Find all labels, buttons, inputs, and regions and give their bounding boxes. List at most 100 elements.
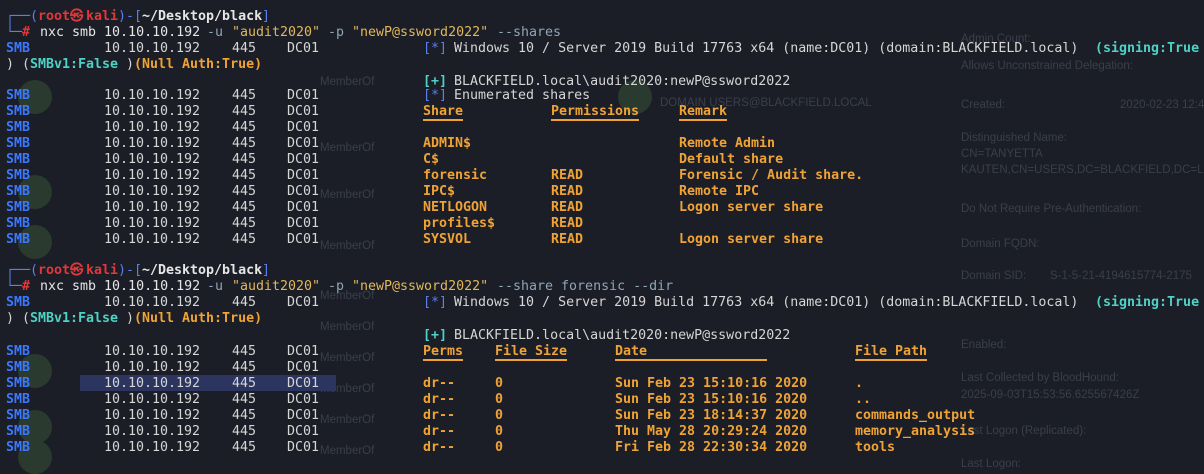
dir-listing-cell: 0 <box>495 376 504 391</box>
host-name: DC01 <box>287 376 320 391</box>
dir-listing-cell: dr-- <box>423 424 456 439</box>
share-cell: Logon server share <box>679 200 824 215</box>
dir-listing-cell: 0 <box>495 440 504 455</box>
prompt-frame: └─ <box>6 279 23 294</box>
command-flag: -p <box>328 25 345 40</box>
column-header-underline <box>679 119 727 121</box>
dir-listing-cell: tools <box>855 440 896 455</box>
dir-listing-cell: memory_analysis <box>855 424 976 439</box>
column-header-underline <box>855 359 927 361</box>
protocol-label: SMB <box>6 216 31 231</box>
share-cell: SYSVOL <box>423 232 472 247</box>
column-header: Date <box>615 344 648 359</box>
dir-listing-cell: 0 <box>495 424 504 439</box>
host-info: Windows 10 / Server 2019 Build 17763 x64… <box>454 295 1079 310</box>
dir-listing-cell: dr-- <box>423 408 456 423</box>
dir-listing-cell: dr-- <box>423 440 456 455</box>
host-name: DC01 <box>287 120 320 135</box>
host-port: 445 <box>232 344 257 359</box>
terminal-output: ┌──(root ㉿ kali)-[~/Desktop/black] └─ # nxc s… <box>0 0 1204 467</box>
host-ip: 10.10.10.192 <box>104 440 201 455</box>
protocol-label: SMB <box>6 408 31 423</box>
host-name: DC01 <box>287 232 320 247</box>
host-ip: 10.10.10.192 <box>104 41 201 56</box>
share-cell: READ <box>551 168 584 183</box>
host-port: 445 <box>232 440 257 455</box>
prompt-path: ~/Desktop/black <box>142 263 263 278</box>
command-text: nxc smb 10.10.10.192 <box>40 279 201 294</box>
column-header: File Path <box>855 344 928 359</box>
host-ip: 10.10.10.192 <box>104 216 201 231</box>
host-name: DC01 <box>287 424 320 439</box>
protocol-label: SMB <box>6 344 31 359</box>
host-port: 445 <box>232 216 257 231</box>
prompt-user: root <box>38 263 71 278</box>
dir-listing-cell: Sun Feb 23 15:10:16 2020 <box>615 392 808 407</box>
auth-success: BLACKFIELD.local\audit2020:newP@ssword20… <box>454 328 791 343</box>
host-name: DC01 <box>287 104 320 119</box>
smbv1-status: SMBv1:False <box>30 57 119 72</box>
column-header-underline <box>551 119 639 121</box>
command-arg-password: "newP@ssword2022" <box>352 25 489 40</box>
null-auth-status: (Null Auth:True) <box>134 311 263 326</box>
host-name: DC01 <box>287 216 320 231</box>
host-name: DC01 <box>287 136 320 151</box>
command-text: nxc smb 10.10.10.192 <box>40 25 201 40</box>
share-cell: Remote IPC <box>679 184 760 199</box>
column-header: Share <box>423 104 464 119</box>
protocol-label: SMB <box>6 136 31 151</box>
protocol-label: SMB <box>6 184 31 199</box>
host-ip: 10.10.10.192 <box>104 136 201 151</box>
host-name: DC01 <box>287 200 320 215</box>
dir-listing-cell: 0 <box>495 408 504 423</box>
host-port: 445 <box>232 424 257 439</box>
prompt-host: kali <box>86 9 119 24</box>
host-port: 445 <box>232 408 257 423</box>
protocol-label: SMB <box>6 424 31 439</box>
host-name: DC01 <box>287 152 320 167</box>
share-cell: Logon server share <box>679 232 824 247</box>
column-header: File Size <box>495 344 568 359</box>
smbv1-status: SMBv1:False <box>30 311 119 326</box>
host-ip: 10.10.10.192 <box>104 232 201 247</box>
dir-listing-cell: Sun Feb 23 15:10:16 2020 <box>615 376 808 391</box>
host-port: 445 <box>232 120 257 135</box>
protocol-label: SMB <box>6 120 31 135</box>
host-port: 445 <box>232 392 257 407</box>
command-flag: -p <box>328 279 345 294</box>
dir-listing-cell: . <box>855 376 864 391</box>
protocol-label: SMB <box>6 152 31 167</box>
protocol-label: SMB <box>6 41 31 56</box>
host-ip: 10.10.10.192 <box>104 168 201 183</box>
host-ip: 10.10.10.192 <box>104 392 201 407</box>
protocol-label: SMB <box>6 168 31 183</box>
column-header-underline <box>423 119 463 121</box>
host-port: 445 <box>232 295 257 310</box>
host-name: DC01 <box>287 168 320 183</box>
protocol-label: SMB <box>6 104 31 119</box>
host-port: 445 <box>232 136 257 151</box>
share-cell: Default share <box>679 152 784 167</box>
share-cell: Remote Admin <box>679 136 776 151</box>
status-marker-star: [*] <box>423 88 448 103</box>
command-extra-args: --share forensic --dir <box>497 279 674 294</box>
protocol-label: SMB <box>6 440 31 455</box>
host-name: DC01 <box>287 184 320 199</box>
column-header: Remark <box>679 104 728 119</box>
command-arg-user: "audit2020" <box>232 279 321 294</box>
signing-status: (signing:True <box>1095 295 1200 310</box>
protocol-label: SMB <box>6 295 31 310</box>
host-name: DC01 <box>287 344 320 359</box>
host-name: DC01 <box>287 295 320 310</box>
host-port: 445 <box>232 200 257 215</box>
share-cell: READ <box>551 216 584 231</box>
null-auth-status: (Null Auth:True) <box>134 57 263 72</box>
host-ip: 10.10.10.192 <box>104 360 201 375</box>
host-port: 445 <box>232 360 257 375</box>
prompt-symbol: # <box>22 25 31 40</box>
host-ip: 10.10.10.192 <box>104 104 201 119</box>
prompt-frame: ] <box>262 9 271 24</box>
share-cell: READ <box>551 232 584 247</box>
share-cell: READ <box>551 184 584 199</box>
prompt-frame: ┌──( <box>6 263 39 278</box>
